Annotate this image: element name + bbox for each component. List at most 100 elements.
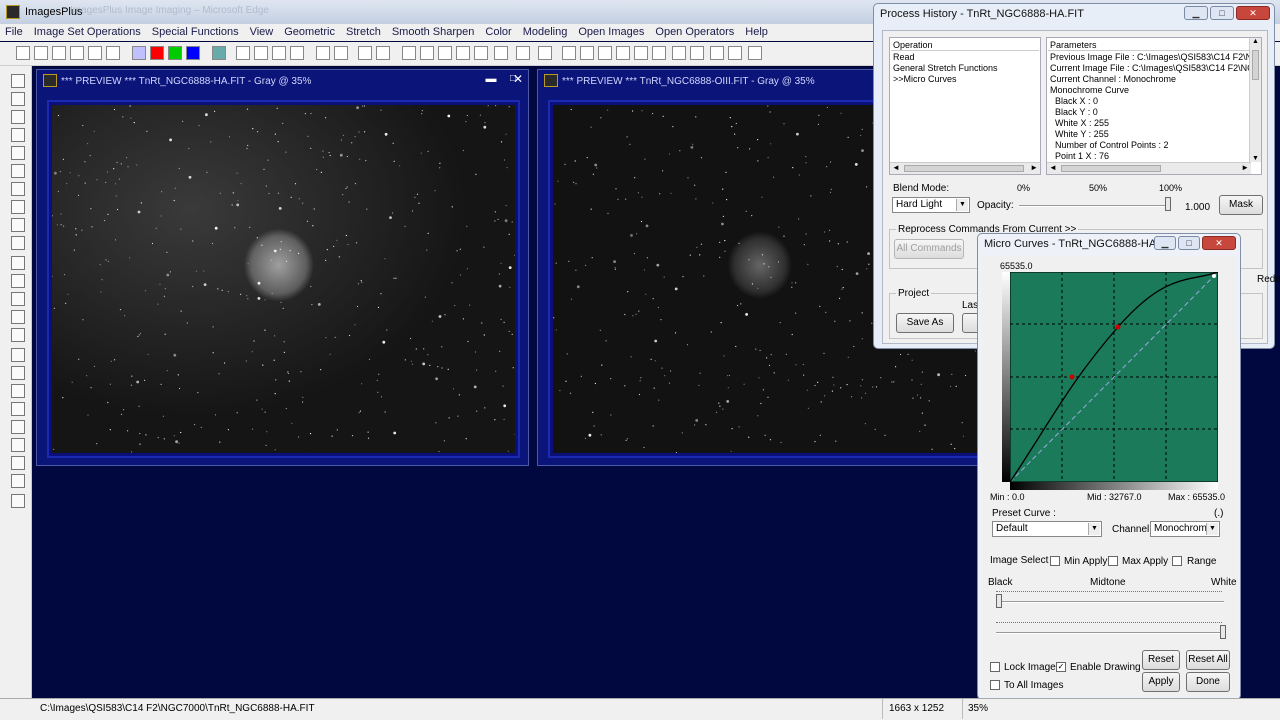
toolbar-tool-icon[interactable] bbox=[438, 46, 452, 60]
side-tool-icon[interactable] bbox=[11, 274, 25, 288]
chevron-down-icon[interactable]: ▼ bbox=[956, 199, 968, 211]
toolbar-tool-icon[interactable] bbox=[254, 46, 268, 60]
side-tool-icon[interactable] bbox=[11, 310, 25, 324]
range-checkbox[interactable] bbox=[1172, 556, 1182, 566]
toolbar-tool-icon[interactable] bbox=[672, 46, 686, 60]
curve-control-point[interactable] bbox=[1115, 324, 1121, 330]
toolbar-tool-icon[interactable] bbox=[316, 46, 330, 60]
minimize-icon[interactable]: ▁ bbox=[1154, 236, 1176, 250]
toolbar-tool-icon[interactable] bbox=[402, 46, 416, 60]
operation-item[interactable]: >>Micro Curves bbox=[893, 74, 1038, 85]
scroll-right-icon[interactable]: ► bbox=[1241, 163, 1249, 172]
menu-geometric[interactable]: Geometric bbox=[279, 24, 341, 38]
menu-view[interactable]: View bbox=[245, 24, 280, 38]
side-tool-icon[interactable] bbox=[11, 348, 25, 362]
side-tool-icon[interactable] bbox=[11, 474, 25, 488]
operation-hscroll[interactable]: ◄ ► bbox=[890, 162, 1040, 174]
toolbar-tool-icon[interactable] bbox=[690, 46, 704, 60]
toolbar-tool-icon[interactable] bbox=[494, 46, 508, 60]
operation-item[interactable]: Read bbox=[893, 52, 1038, 63]
range-slider[interactable] bbox=[996, 632, 1224, 634]
curve-end-point[interactable] bbox=[1212, 274, 1216, 278]
scroll-up-icon[interactable]: ▲ bbox=[1252, 38, 1259, 45]
side-tool-icon[interactable] bbox=[11, 256, 25, 270]
toolbar-tool-icon[interactable] bbox=[272, 46, 286, 60]
toolbar-tool-icon[interactable] bbox=[34, 46, 48, 60]
max-apply-checkbox[interactable] bbox=[1108, 556, 1118, 566]
range-slider-thumb[interactable] bbox=[1220, 625, 1226, 639]
toolbar-tool-icon[interactable] bbox=[652, 46, 666, 60]
opacity-slider-thumb[interactable] bbox=[1165, 197, 1171, 211]
side-tool-icon[interactable] bbox=[11, 128, 25, 142]
side-tool-icon[interactable] bbox=[11, 384, 25, 398]
curve-control-point[interactable] bbox=[1069, 374, 1075, 380]
curve-editor[interactable] bbox=[1010, 272, 1218, 482]
side-tool-icon[interactable] bbox=[11, 74, 25, 88]
side-tool-icon[interactable] bbox=[11, 438, 25, 452]
toolbar-tool-icon[interactable] bbox=[580, 46, 594, 60]
maximize-icon[interactable]: □ bbox=[1210, 6, 1234, 20]
side-tool-icon[interactable] bbox=[11, 182, 25, 196]
toolbar-tool-icon[interactable] bbox=[598, 46, 612, 60]
maximize-icon[interactable]: □ bbox=[1178, 236, 1200, 250]
side-tool-icon[interactable] bbox=[11, 146, 25, 160]
scroll-left-icon[interactable]: ◄ bbox=[1049, 163, 1057, 172]
mask-button[interactable]: Mask bbox=[1219, 195, 1263, 215]
side-tool-icon[interactable] bbox=[11, 366, 25, 380]
toolbar-tool-icon[interactable] bbox=[70, 46, 84, 60]
menu-help[interactable]: Help bbox=[740, 24, 774, 38]
side-tool-icon[interactable] bbox=[11, 494, 25, 508]
enable-drawing-checkbox[interactable]: ✓ bbox=[1056, 662, 1066, 672]
toolbar-tool-icon[interactable] bbox=[538, 46, 552, 60]
scroll-right-icon[interactable]: ► bbox=[1030, 163, 1038, 172]
operation-list[interactable]: Operation Read General Stretch Functions >… bbox=[889, 37, 1041, 175]
toolbar-tool-icon[interactable] bbox=[150, 46, 164, 60]
toolbar-tool-icon[interactable] bbox=[334, 46, 348, 60]
toolbar-tool-icon[interactable] bbox=[420, 46, 434, 60]
lock-image-checkbox[interactable] bbox=[990, 662, 1000, 672]
toolbar-tool-icon[interactable] bbox=[616, 46, 630, 60]
toolbar-tool-icon[interactable] bbox=[358, 46, 372, 60]
operation-item[interactable]: General Stretch Functions bbox=[893, 63, 1038, 74]
reset-all-button[interactable]: Reset All bbox=[1186, 650, 1230, 670]
save-as-button[interactable]: Save As bbox=[896, 313, 954, 333]
side-tool-icon[interactable] bbox=[11, 420, 25, 434]
parameters-list[interactable]: Parameters Previous Image File : C:\Imag… bbox=[1046, 37, 1262, 175]
toolbar-tool-icon[interactable] bbox=[456, 46, 470, 60]
reset-button[interactable]: Reset bbox=[1142, 650, 1180, 670]
midtone-slider[interactable] bbox=[996, 601, 1224, 603]
menu-open-images[interactable]: Open Images bbox=[573, 24, 650, 38]
toolbar-tool-icon[interactable] bbox=[186, 46, 200, 60]
opacity-slider[interactable] bbox=[1019, 205, 1169, 207]
side-tool-icon[interactable] bbox=[11, 92, 25, 106]
menu-file[interactable]: File bbox=[0, 24, 29, 38]
side-tool-icon[interactable] bbox=[11, 456, 25, 470]
close-icon[interactable]: ✕ bbox=[1236, 6, 1270, 20]
side-tool-icon[interactable] bbox=[11, 218, 25, 232]
preset-curve-select[interactable]: Default ▼ bbox=[992, 521, 1102, 537]
scroll-left-icon[interactable]: ◄ bbox=[892, 163, 900, 172]
channel-select[interactable]: Monochrome ▼ bbox=[1150, 521, 1220, 537]
toolbar-tool-icon[interactable] bbox=[290, 46, 304, 60]
to-all-images-checkbox[interactable] bbox=[990, 680, 1000, 690]
toolbar-tool-icon[interactable] bbox=[132, 46, 146, 60]
toolbar-tool-icon[interactable] bbox=[748, 46, 762, 60]
all-commands-button[interactable]: All Commands bbox=[894, 239, 964, 259]
side-tool-icon[interactable] bbox=[11, 328, 25, 342]
apply-button[interactable]: Apply bbox=[1142, 672, 1180, 692]
toolbar-tool-icon[interactable] bbox=[88, 46, 102, 60]
chevron-down-icon[interactable]: ▼ bbox=[1206, 523, 1218, 535]
menu-special-functions[interactable]: Special Functions bbox=[147, 24, 245, 38]
side-tool-icon[interactable] bbox=[11, 110, 25, 124]
side-tool-icon[interactable] bbox=[11, 236, 25, 250]
toolbar-tool-icon[interactable] bbox=[212, 46, 226, 60]
micro-curves-window[interactable]: Micro Curves - TnRt_NGC6888-HA.FIT ▁ □ ✕… bbox=[977, 233, 1241, 700]
side-tool-icon[interactable] bbox=[11, 292, 25, 306]
toolbar-tool-icon[interactable] bbox=[474, 46, 488, 60]
side-tool-icon[interactable] bbox=[11, 200, 25, 214]
parameters-hscroll[interactable]: ◄ ► bbox=[1047, 162, 1251, 174]
preview-window-ha[interactable]: *** PREVIEW *** TnRt_NGC6888-HA.FIT - Gr… bbox=[36, 69, 529, 466]
toolbar-tool-icon[interactable] bbox=[710, 46, 724, 60]
menu-image-set-operations[interactable]: Image Set Operations bbox=[29, 24, 147, 38]
toolbar-tool-icon[interactable] bbox=[168, 46, 182, 60]
